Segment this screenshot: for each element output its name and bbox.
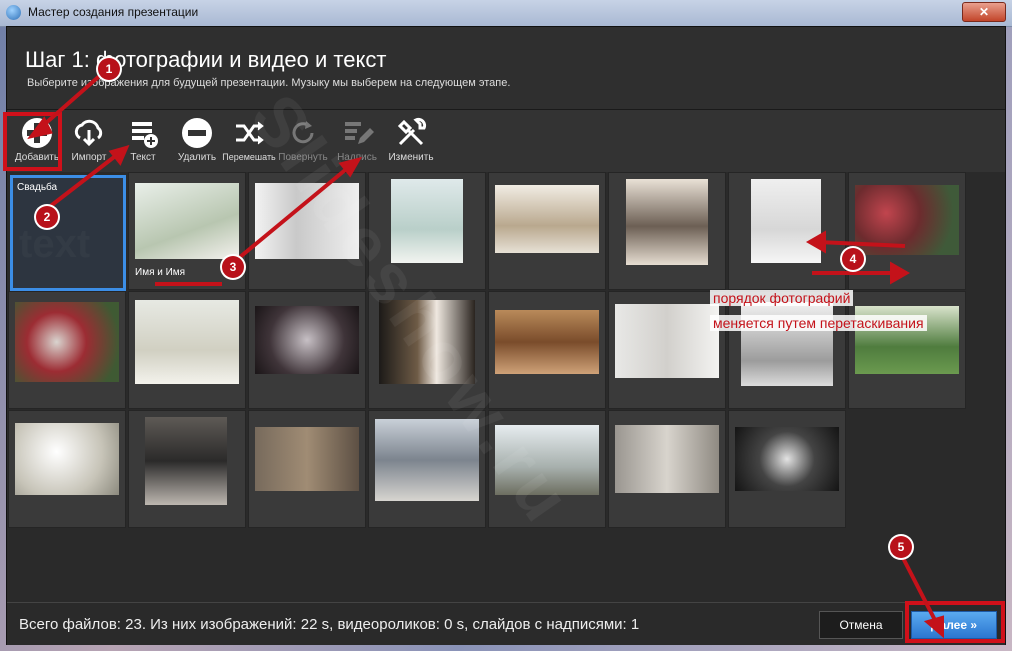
arrow-2-head (108, 144, 130, 166)
arrow-1 (36, 70, 106, 132)
step-badge-4: 4 (842, 248, 864, 270)
arrow-3 (232, 164, 352, 264)
annotation-note-line1: порядок фотографий (710, 290, 854, 306)
arrow-2 (46, 152, 120, 210)
arrow-5-head (923, 615, 944, 639)
step-badge-5: 5 (890, 536, 912, 558)
step-badge-3: 3 (222, 256, 244, 278)
wizard-window: Мастер создания презентации ✕ Шаг 1: фот… (0, 0, 1012, 651)
step-badge-1: 1 (98, 58, 120, 80)
arrow-4a (817, 240, 906, 248)
arrow-4b-head (890, 261, 911, 285)
step-badge-2: 2 (36, 206, 58, 228)
arrow-1-head (27, 116, 53, 140)
arrow-5 (900, 555, 940, 627)
annotation-note-line2: меняется путем перетаскивания (710, 315, 927, 331)
arrow-4a-head (805, 230, 826, 254)
